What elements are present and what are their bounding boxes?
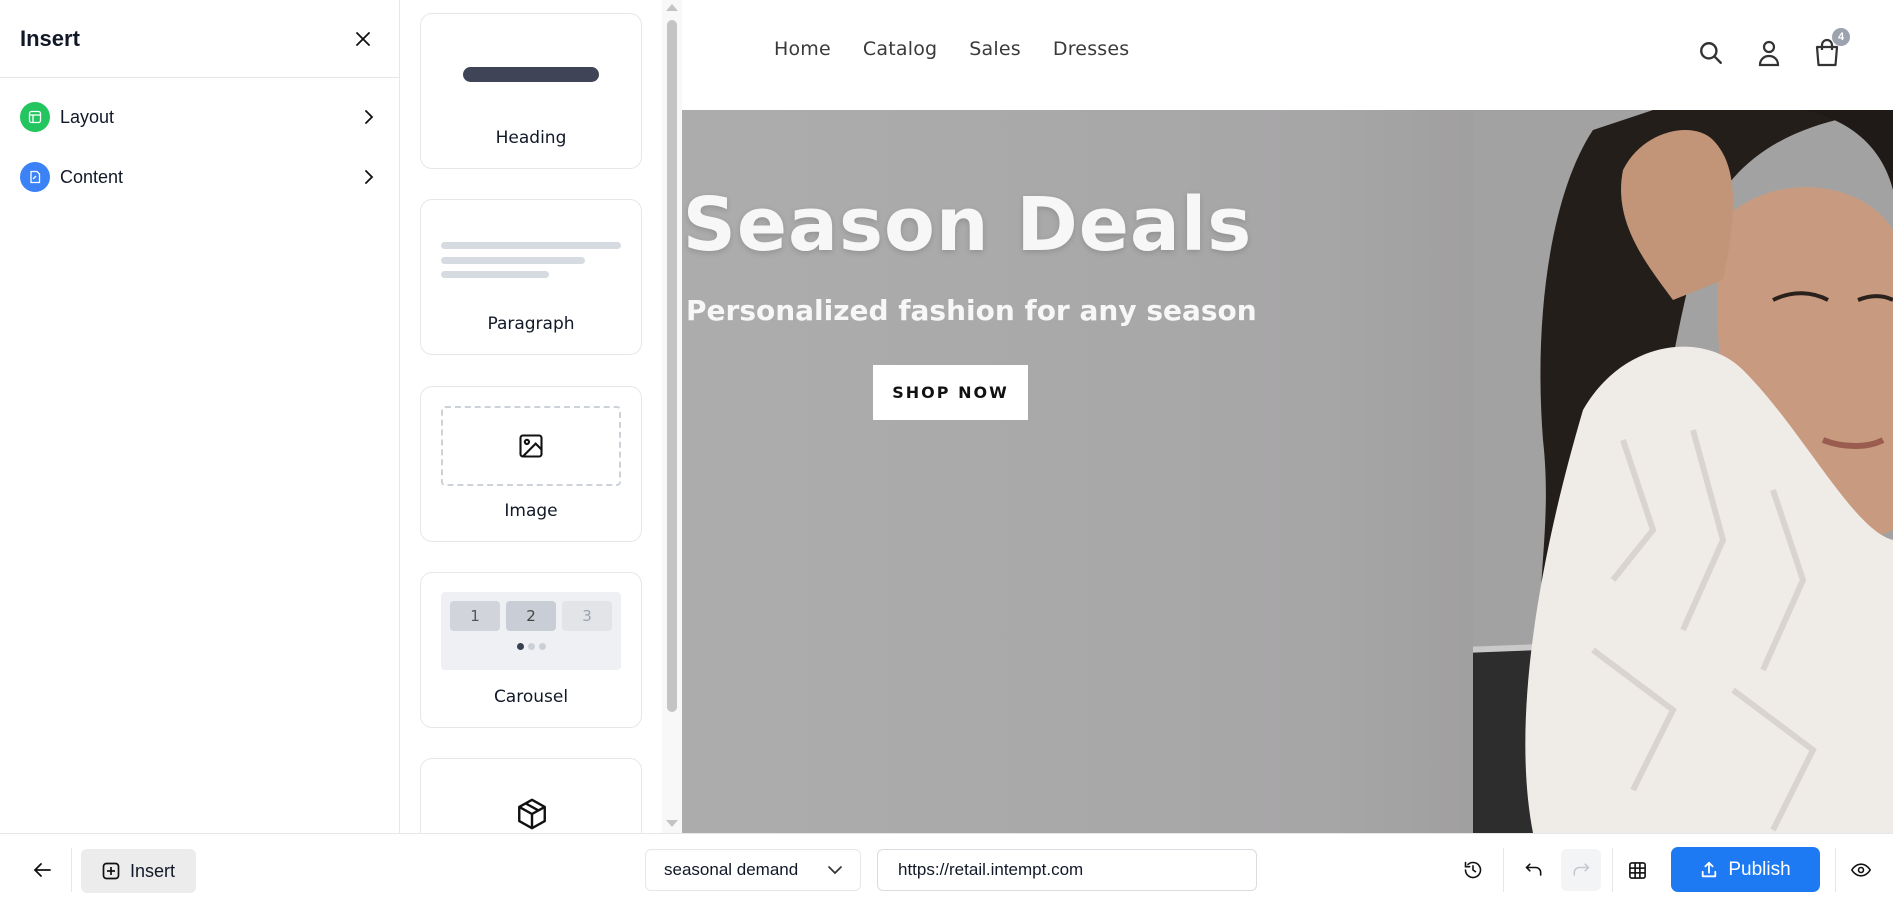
scroll-down-arrow-icon[interactable] (666, 820, 678, 827)
hero-subtitle: Personalized fashion for any season (686, 294, 1257, 327)
segment-select-value: seasonal demand (664, 860, 799, 879)
layout-icon (20, 102, 50, 132)
carousel-dot (528, 643, 535, 650)
account-icon[interactable] (1754, 36, 1784, 70)
undo-icon (1525, 863, 1542, 876)
carousel-dot (517, 643, 524, 650)
cart-icon[interactable]: 4 (1812, 28, 1850, 70)
redo-button[interactable] (1561, 849, 1601, 891)
store-header-icons: 4 (1696, 28, 1850, 70)
carousel-slide: 3 (562, 601, 612, 631)
publish-button-label: Publish (1728, 858, 1791, 880)
history-icon (1464, 861, 1482, 879)
scrollbar-thumb[interactable] (667, 20, 677, 712)
preview-button[interactable] (1843, 852, 1879, 888)
widget-carousel-label: Carousel (493, 687, 569, 707)
widget-image-label: Image (504, 501, 558, 521)
insert-panel-title: Insert (20, 25, 80, 51)
chevron-right-icon (359, 167, 379, 187)
carousel-slide: 2 (506, 601, 556, 631)
chevron-down-icon (828, 865, 842, 874)
paragraph-preview-line (441, 271, 549, 278)
category-layout[interactable]: Layout (0, 87, 399, 147)
image-icon (519, 434, 543, 458)
grid-icon (1628, 861, 1646, 879)
insert-panel-header: Insert (0, 0, 399, 78)
widget-product[interactable] (420, 758, 642, 833)
nav-catalog-link[interactable]: Catalog (863, 38, 937, 60)
widget-carousel[interactable]: 1 2 3 Carousel (420, 572, 642, 728)
insert-toggle-label: Insert (129, 860, 176, 881)
widget-heading-label: Heading (495, 128, 567, 148)
insert-panel: Insert Layout Content (0, 0, 400, 833)
search-icon[interactable] (1696, 36, 1726, 70)
content-icon (20, 162, 50, 192)
close-panel-button[interactable] (347, 23, 379, 55)
cart-count-badge: 4 (1832, 28, 1850, 46)
store-nav: Home Catalog Sales Dresses (774, 38, 1129, 60)
insert-toggle-button[interactable]: Insert (81, 849, 196, 893)
undo-button[interactable] (1516, 852, 1552, 888)
history-button[interactable] (1455, 852, 1491, 888)
chevron-right-icon (359, 107, 379, 127)
segment-select[interactable]: seasonal demand (645, 849, 861, 891)
eye-icon (1851, 863, 1871, 877)
category-layout-label: Layout (60, 106, 115, 127)
widget-heading[interactable]: Heading (420, 13, 642, 169)
paragraph-preview-line (441, 257, 585, 264)
nav-dresses-link[interactable]: Dresses (1053, 38, 1130, 60)
back-button[interactable] (24, 852, 60, 888)
widget-paragraph[interactable]: Paragraph (420, 199, 642, 355)
widget-list: Heading Paragraph Image 1 2 3 Carousel (400, 0, 682, 833)
close-icon (356, 31, 370, 46)
carousel-dot (539, 643, 546, 650)
carousel-preview: 1 2 3 (441, 592, 621, 670)
shop-now-button[interactable]: SHOP NOW (873, 365, 1028, 420)
hero-model-image (1473, 110, 1893, 833)
editor-toolbar: Insert seasonal demand Publish (0, 833, 1893, 905)
arrow-left-icon (34, 863, 51, 877)
nav-home-link[interactable]: Home (774, 38, 831, 60)
scroll-up-arrow-icon[interactable] (666, 4, 678, 11)
upload-icon (1702, 861, 1717, 877)
redo-icon (1573, 863, 1590, 876)
heading-preview-bar (463, 67, 599, 82)
nav-sales-link[interactable]: Sales (969, 38, 1021, 60)
paragraph-preview-line (441, 242, 621, 249)
preview-url-input[interactable] (877, 849, 1257, 891)
widget-list-scrollbar[interactable] (662, 0, 682, 833)
image-preview-box (441, 406, 621, 486)
plus-square-icon (102, 862, 120, 880)
category-content[interactable]: Content (0, 147, 399, 207)
carousel-slide: 1 (450, 601, 500, 631)
category-content-label: Content (60, 166, 124, 187)
grid-toggle-button[interactable] (1619, 852, 1655, 888)
cube-icon (518, 798, 546, 830)
publish-button[interactable]: Publish (1671, 847, 1820, 892)
widget-paragraph-label: Paragraph (487, 314, 575, 334)
widget-image[interactable]: Image (420, 386, 642, 542)
